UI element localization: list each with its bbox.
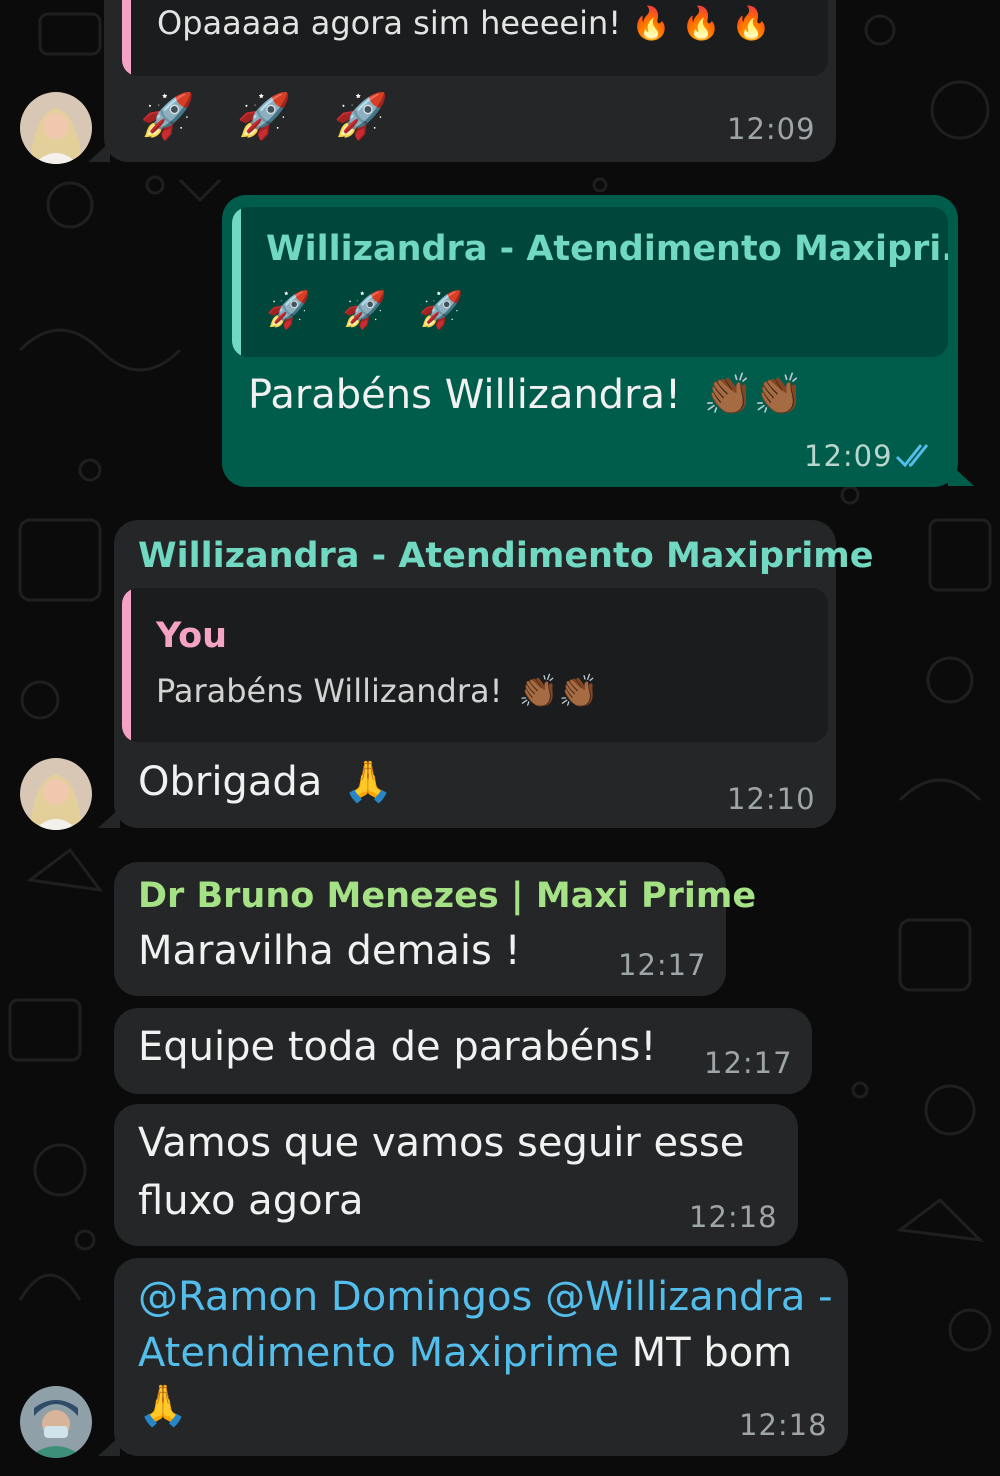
rocket-emoji-icon: 🚀 🚀 🚀 (140, 91, 403, 142)
folded-hands-emoji-icon: 🙏 (342, 759, 393, 805)
quoted-message[interactable]: You Parabéns Willizandra! 👏🏾👏🏾 (122, 588, 828, 742)
message-bubble-incoming[interactable]: Dr Bruno Menezes | Maxi Prime Maravilha … (114, 862, 756, 996)
woman-avatar-icon[interactable] (20, 758, 92, 830)
mention-link[interactable]: Atendimento Maxiprime (138, 1330, 619, 1376)
message-text-line-1: Vamos que vamos seguir esse (138, 1120, 745, 1166)
bubble-tail (948, 462, 974, 486)
folded-hands-emoji-icon: 🙏 (138, 1383, 188, 1429)
message-text: Equipe toda de parabéns! (138, 1024, 657, 1070)
quote-accent-bar (122, 588, 131, 742)
message-timestamp: 12:18 (689, 1200, 778, 1234)
message-timestamp: 12:10 (727, 782, 816, 816)
quoted-text-content: Parabéns Willizandra! (156, 672, 503, 710)
message-text-line-1: @Ramon Domingos @Willizandra - (138, 1274, 833, 1320)
quote-accent-bar (232, 207, 241, 357)
sender-name[interactable]: Dr Bruno Menezes | Maxi Prime (138, 876, 756, 916)
quote-accent-bar (122, 0, 131, 76)
message-timestamp: 12:17 (704, 1046, 793, 1080)
message-text-line-2: fluxo agora (138, 1178, 364, 1224)
message-bubble-incoming[interactable]: Willizandra - Atendimento Maxiprime You … (114, 520, 873, 828)
message-text: Obrigada 🙏 (138, 758, 393, 805)
woman-avatar-icon[interactable] (20, 92, 92, 164)
message-text-content: Parabéns Willizandra! (248, 372, 682, 418)
message-bubble-incoming[interactable]: Vamos que vamos seguir esse fluxo agora … (114, 1104, 798, 1246)
doctor-avatar-icon[interactable] (20, 1386, 92, 1458)
quoted-text: Parabéns Willizandra! 👏🏾👏🏾 (156, 672, 598, 710)
clapping-hands-emoji-icon: 👏🏾👏🏾 (518, 672, 599, 710)
mention-link[interactable]: @Ramon Domingos (138, 1274, 532, 1320)
message-timestamp: 12:09 (804, 439, 893, 473)
message-bubble-incoming[interactable]: Opaaaaa agora sim heeeein! 🔥 🔥 🔥 🚀 🚀 🚀 1… (104, 0, 836, 162)
bubble-tail (98, 1436, 120, 1456)
message-text-line-2: Atendimento Maxiprime MT bom (138, 1330, 792, 1376)
message-text: Maravilha demais ! (138, 928, 521, 974)
quoted-text-content: Opaaaaa agora sim heeeein! (157, 4, 622, 42)
bubble-tail (88, 142, 110, 162)
message-bubble-outgoing[interactable]: Willizandra - Atendimento Maxipri... 🚀 🚀… (222, 195, 958, 487)
message-text: Parabéns Willizandra! 👏🏾👏🏾 (248, 371, 803, 418)
message-text-content: Obrigada (138, 759, 323, 805)
clapping-hands-emoji-icon: 👏🏾👏🏾 (703, 372, 804, 418)
rocket-emoji-icon: 🚀 🚀 🚀 (266, 290, 474, 331)
quoted-sender-name: You (156, 616, 228, 656)
quoted-message[interactable]: Willizandra - Atendimento Maxipri... 🚀 🚀… (232, 207, 948, 357)
fire-emoji-icon: 🔥 🔥 🔥 (631, 4, 772, 42)
bubble-tail (98, 808, 120, 828)
message-bubble-incoming[interactable]: @Ramon Domingos @Willizandra - Atendimen… (114, 1258, 848, 1456)
read-double-check-icon (895, 444, 929, 468)
message-timestamp: 12:17 (618, 948, 707, 982)
message-bubble-incoming[interactable]: Equipe toda de parabéns! 12:17 (114, 1008, 812, 1094)
quoted-text: Opaaaaa agora sim heeeein! 🔥 🔥 🔥 (157, 4, 771, 42)
message-timestamp: 12:09 (727, 112, 816, 146)
quoted-message[interactable]: Opaaaaa agora sim heeeein! 🔥 🔥 🔥 (122, 0, 828, 76)
message-timestamp: 12:18 (739, 1408, 828, 1442)
message-text-content: MT bom (631, 1330, 793, 1376)
quoted-sender-name: Willizandra - Atendimento Maxipri... (266, 229, 948, 269)
sender-name[interactable]: Willizandra - Atendimento Maxiprime (138, 536, 873, 576)
mention-link[interactable]: @Willizandra - (545, 1274, 832, 1320)
